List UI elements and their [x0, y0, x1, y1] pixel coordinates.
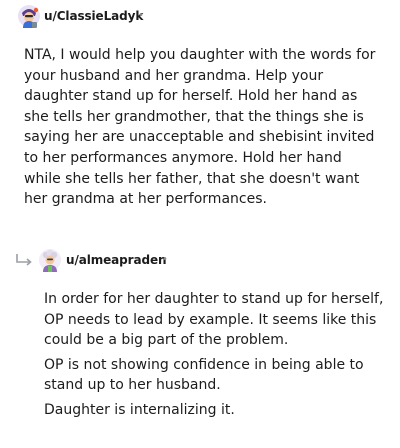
- avatar-icon[interactable]: [38, 248, 62, 272]
- separator-dot: •: [162, 254, 168, 265]
- username-link[interactable]: u/ClassieLadyk: [44, 9, 143, 23]
- comment-body: In order for her daughter to stand up fo…: [44, 289, 384, 425]
- comment-paragraph: NTA, I would help you daughter with the …: [24, 47, 376, 208]
- reply-arrow-icon: [15, 253, 35, 267]
- username-link[interactable]: u/almeapraden: [66, 253, 167, 267]
- avatar-icon[interactable]: [17, 4, 41, 28]
- comment-body: NTA, I would help you daughter with the …: [24, 45, 379, 210]
- separator-dot: •: [138, 10, 144, 21]
- comment-paragraph: OP is not showing confidence in being ab…: [44, 356, 364, 394]
- comment-paragraph: Daughter is internalizing it.: [44, 401, 235, 418]
- comment-paragraph: In order for her daughter to stand up fo…: [44, 291, 384, 349]
